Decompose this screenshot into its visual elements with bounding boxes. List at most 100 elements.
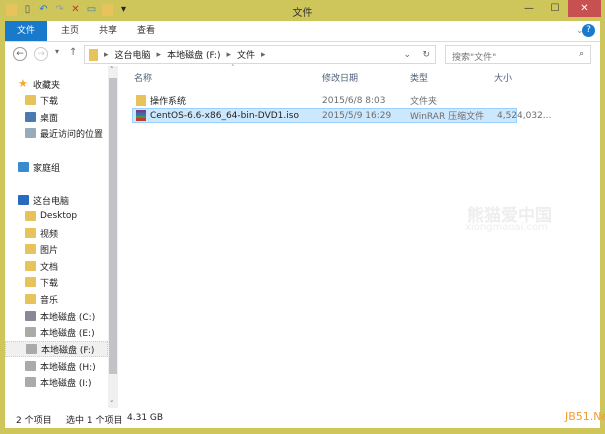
tab-file[interactable]: 文件 (5, 21, 47, 41)
file-date: 2015/6/8 8:03 (322, 95, 386, 106)
file-name: CentOS-6.6-x86_64-bin-DVD1.iso (150, 110, 299, 121)
sidebar-item[interactable]: 本地磁盘 (C:) (5, 308, 108, 324)
drive-icon (25, 327, 36, 337)
sidebar-item[interactable]: 文档 (5, 258, 108, 274)
drive-icon (26, 344, 37, 354)
file-row-selected[interactable]: CentOS-6.6-x86_64-bin-DVD1.iso 2015/5/9 … (132, 108, 551, 123)
search-input[interactable]: 搜索"文件" ⌕ (445, 45, 591, 64)
sidebar-item-label: 下载 (40, 278, 59, 289)
file-date: 2015/5/9 16:29 (322, 110, 392, 121)
watermark-url: xiongmaoai.com (465, 222, 548, 233)
download-folder-icon (25, 95, 36, 105)
sidebar-item[interactable]: ★ 收藏夹 (5, 76, 108, 92)
sidebar-item-label: 本地磁盘 (H:) (40, 362, 96, 373)
file-size: 4,524,032... (497, 110, 552, 121)
minimize-button[interactable]: — (516, 0, 542, 17)
sidebar-item[interactable]: 家庭组 (5, 159, 108, 175)
sidebar-item-label: 下载 (40, 96, 59, 107)
sidebar-item-label: 桌面 (40, 113, 59, 124)
download-folder-icon (25, 277, 36, 287)
back-button[interactable]: ← (13, 47, 27, 61)
sidebar-item[interactable]: 最近访问的位置 (5, 125, 108, 141)
column-header-name[interactable]: 名称 (134, 71, 152, 84)
file-type: WinRAR 压缩文件 (410, 112, 485, 122)
sidebar-item-label: 最近访问的位置 (40, 129, 104, 140)
scroll-up-icon[interactable]: ˄ (110, 66, 114, 74)
selection-size: 4.31 GB (127, 413, 164, 423)
breadcrumb-drive-f[interactable]: 本地磁盘 (F:) (167, 48, 220, 61)
selection-count: 选中 1 个项目 (66, 416, 123, 426)
star-icon: ★ (18, 77, 28, 90)
recent-places-icon (25, 128, 36, 138)
sidebar-item-label: 本地磁盘 (E:) (40, 328, 95, 339)
tab-view[interactable]: 查看 (129, 21, 163, 41)
scroll-down-icon[interactable]: ˅ (110, 400, 114, 408)
sidebar-item-label: Desktop (40, 211, 78, 221)
sidebar-item-label: 本地磁盘 (C:) (40, 312, 96, 323)
sidebar-item-label: 音乐 (40, 295, 59, 306)
breadcrumb-this-pc[interactable]: 这台电脑 (115, 48, 151, 61)
up-button[interactable]: ↑ (69, 47, 77, 58)
help-icon[interactable]: ? (582, 24, 595, 37)
status-bar: 2 个项目 选中 1 个项目 4.31 GB JB51.Net (5, 408, 605, 428)
file-type: 文件夹 (410, 97, 438, 107)
sidebar-item-label: 图片 (40, 245, 59, 256)
computer-icon (18, 195, 29, 205)
forward-button[interactable]: → (34, 47, 48, 61)
sidebar-item[interactable]: 下载 (5, 274, 108, 290)
scrollbar-thumb[interactable] (109, 78, 117, 374)
folder-icon (25, 211, 36, 221)
videos-folder-icon (25, 228, 36, 238)
navigation-pane: ★ 收藏夹 下载 桌面 最近访问的位置 家庭组 这台电脑 Desktop 视频 图片 文档 下载 音乐本… (5, 66, 118, 408)
maximize-button[interactable]: ☐ (542, 0, 568, 17)
search-placeholder: 搜索"文件" (452, 53, 497, 63)
drive-icon (25, 377, 36, 387)
file-row[interactable]: 操作系统 2015/6/8 8:03 文件夹 (132, 93, 517, 108)
item-count: 2 个项目 (16, 416, 52, 426)
close-button[interactable]: ✕ (568, 0, 601, 17)
sidebar-item-label: 收藏夹 (33, 80, 61, 91)
sidebar-item[interactable]: 本地磁盘 (H:) (5, 358, 108, 374)
chevron-right-icon: ▸ (261, 49, 266, 60)
pictures-folder-icon (25, 244, 36, 254)
drive-icon (25, 361, 36, 371)
window-title: 文件 (292, 8, 313, 19)
column-header-type[interactable]: 类型 (410, 71, 428, 84)
sort-ascending-icon: ˄ (231, 64, 235, 72)
sidebar-item[interactable]: 这台电脑 (5, 192, 108, 208)
address-bar[interactable]: ▸ 这台电脑 ▸ 本地磁盘 (F:) ▸ 文件 ▸ ⌄ ↻ (84, 45, 436, 64)
sidebar-item-label: 这台电脑 (33, 196, 70, 207)
tab-home[interactable]: 主页 (53, 21, 87, 41)
column-header-date[interactable]: 修改日期 (322, 71, 358, 84)
system-drive-icon (25, 311, 36, 321)
column-header-size[interactable]: 大小 (494, 71, 512, 84)
sidebar-item[interactable]: 本地磁盘 (E:) (5, 324, 108, 340)
sidebar-item[interactable]: 图片 (5, 241, 108, 257)
tab-share[interactable]: 共享 (91, 21, 125, 41)
breadcrumb-folder[interactable]: 文件 (237, 48, 255, 61)
sidebar-item-label: 文档 (40, 262, 59, 273)
refresh-icon[interactable]: ↻ (422, 50, 430, 60)
folder-icon (89, 48, 98, 61)
search-icon[interactable]: ⌕ (579, 49, 584, 59)
address-dropdown-icon[interactable]: ⌄ (403, 50, 411, 60)
sidebar-item[interactable]: 音乐 (5, 291, 108, 307)
file-name: 操作系统 (150, 97, 187, 107)
sidebar-item[interactable]: 桌面 (5, 109, 108, 125)
chevron-right-icon: ▸ (156, 49, 162, 60)
sidebar-item[interactable]: 本地磁盘 (F:) (5, 341, 108, 357)
title-bar: ▯ ↶ ↷ ✕ ▭ ▾ 文件 — ☐ ✕ (0, 0, 605, 21)
recent-locations-icon[interactable]: ▾ (55, 47, 59, 56)
sidebar-item[interactable]: 本地磁盘 (I:) (5, 374, 108, 390)
navigation-bar: ← → ▾ ↑ ▸ 这台电脑 ▸ 本地磁盘 (F:) ▸ 文件 ▸ ⌄ ↻ 搜索… (5, 42, 600, 66)
sidebar-item-label: 视频 (40, 229, 59, 240)
music-folder-icon (25, 294, 36, 304)
sidebar-scrollbar[interactable]: ˄ ˅ (108, 66, 118, 408)
sidebar-item[interactable]: 视频 (5, 225, 108, 241)
sidebar-item-label: 本地磁盘 (F:) (41, 345, 95, 356)
sidebar-item[interactable]: Desktop (5, 208, 108, 224)
desktop-icon (25, 112, 36, 122)
sidebar-item-label: 本地磁盘 (I:) (40, 378, 92, 389)
sidebar-item[interactable]: 下载 (5, 92, 108, 108)
sidebar-item-label: 家庭组 (33, 163, 61, 174)
